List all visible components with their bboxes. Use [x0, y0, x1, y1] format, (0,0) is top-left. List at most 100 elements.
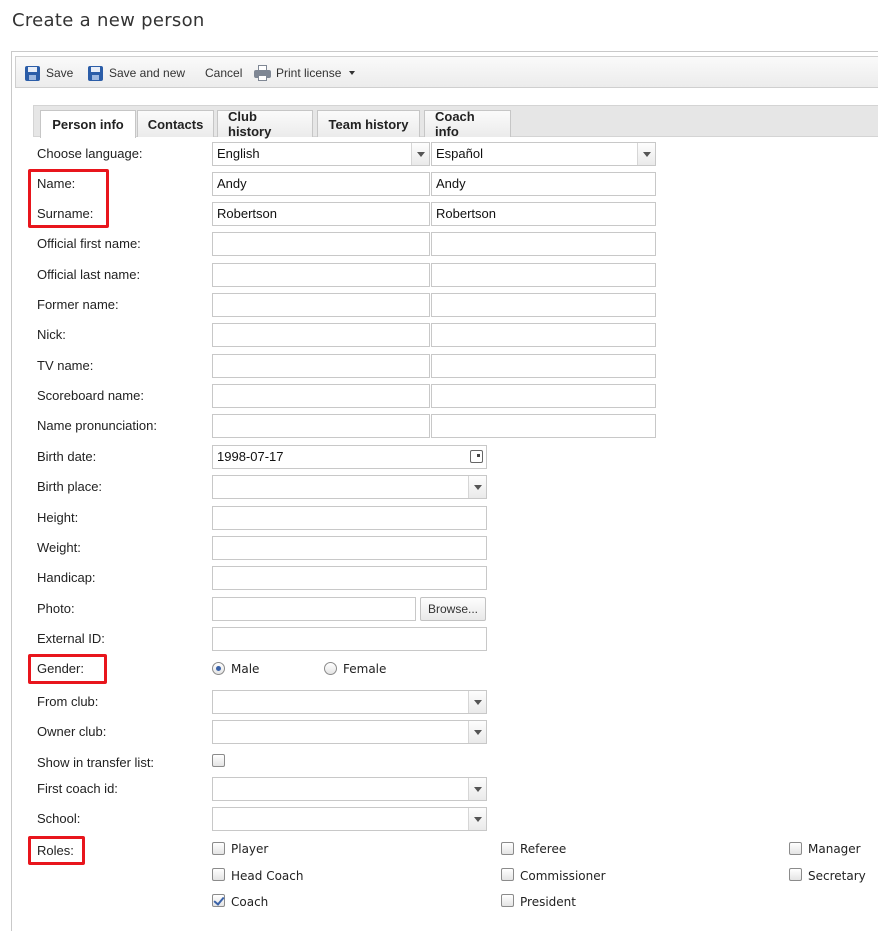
birth-place-select[interactable] [212, 475, 487, 499]
gender-male-label: Male [231, 662, 260, 676]
first-coach-id-label: First coach id: [37, 781, 118, 796]
tab-contacts[interactable]: Contacts [137, 110, 214, 137]
handicap-field[interactable] [212, 566, 487, 590]
former-name-field-1[interactable] [212, 293, 430, 317]
gender-female-label: Female [343, 662, 387, 676]
tv-name-label: TV name: [37, 358, 94, 373]
tv-name-field-2[interactable] [431, 354, 656, 378]
former-name-field-2[interactable] [431, 293, 656, 317]
save-and-new-button[interactable]: Save and new [88, 64, 185, 82]
role-player-label: Player [231, 842, 269, 856]
chevron-down-icon [468, 808, 486, 830]
name-label: Name: [37, 176, 76, 191]
tab-person-info[interactable]: Person info [40, 110, 136, 138]
photo-file-field[interactable] [212, 597, 416, 621]
official-last-name-label: Official last name: [37, 267, 141, 282]
name-pronunciation-field-1[interactable] [212, 414, 430, 438]
name-field-2[interactable]: Andy [431, 172, 656, 196]
show-in-transfer-list-label: Show in transfer list: [37, 755, 155, 770]
language-select-2[interactable]: Español [431, 142, 656, 166]
role-commissioner-label: Commissioner [520, 869, 606, 883]
official-last-name-field-1[interactable] [212, 263, 430, 287]
role-commissioner-checkbox[interactable] [501, 868, 514, 881]
scoreboard-name-field-1[interactable] [212, 384, 430, 408]
first-coach-id-select[interactable] [212, 777, 487, 801]
calendar-icon[interactable] [470, 450, 483, 463]
official-first-name-field-1[interactable] [212, 232, 430, 256]
weight-label: Weight: [37, 540, 81, 555]
language-select-2-value: Español [436, 146, 483, 161]
tab-coach-info[interactable]: Coach info [424, 109, 511, 139]
gender-female-radio[interactable] [324, 662, 337, 675]
photo-label: Photo: [37, 601, 75, 616]
official-first-name-field-2[interactable] [431, 232, 656, 256]
nick-field-1[interactable] [212, 323, 430, 347]
school-select[interactable] [212, 807, 487, 831]
birth-date-field[interactable]: 1998-07-17 [212, 445, 487, 469]
role-referee-checkbox[interactable] [501, 842, 514, 855]
official-last-name-field-2[interactable] [431, 263, 656, 287]
name-pronunciation-label: Name pronunciation: [37, 418, 157, 433]
chevron-down-icon [637, 143, 655, 165]
from-club-select[interactable] [212, 690, 487, 714]
chevron-down-icon [468, 476, 486, 498]
role-coach-checkbox[interactable] [212, 894, 225, 907]
printer-icon [254, 65, 271, 81]
tv-name-field-1[interactable] [212, 354, 430, 378]
gender-male-radio[interactable] [212, 662, 225, 675]
height-label: Height: [37, 510, 79, 525]
floppy-disk-icon [25, 65, 40, 81]
weight-field[interactable] [212, 536, 487, 560]
owner-club-select[interactable] [212, 720, 487, 744]
birth-place-label: Birth place: [37, 479, 103, 494]
role-manager-checkbox[interactable] [789, 842, 802, 855]
external-id-label: External ID: [37, 631, 105, 646]
caret-down-icon [349, 71, 356, 75]
language-select-1[interactable]: English [212, 142, 430, 166]
chevron-down-icon [468, 778, 486, 800]
official-first-name-label: Official first name: [37, 236, 141, 251]
roles-label: Roles: [37, 843, 74, 858]
height-field[interactable] [212, 506, 487, 530]
floppy-disk-icon [88, 65, 103, 81]
print-license-button[interactable]: Print license [254, 64, 356, 82]
surname-field-2[interactable]: Robertson [431, 202, 656, 226]
page-title: Create a new person [12, 10, 205, 31]
chevron-down-icon [468, 721, 486, 743]
tab-club-history[interactable]: Club history [217, 109, 313, 139]
nick-field-2[interactable] [431, 323, 656, 347]
cancel-button[interactable]: Cancel [205, 64, 242, 82]
external-id-field[interactable] [212, 627, 487, 651]
role-president-checkbox[interactable] [501, 894, 514, 907]
former-name-label: Former name: [37, 297, 119, 312]
role-player-checkbox[interactable] [212, 842, 225, 855]
role-manager-label: Manager [808, 842, 861, 856]
gender-label: Gender: [37, 661, 84, 676]
toolbar: Save Save and new Cancel Print license [15, 56, 878, 88]
show-in-transfer-list-checkbox[interactable] [212, 754, 225, 767]
choose-language-label: Choose language: [37, 146, 143, 161]
birth-date-value: 1998-07-17 [217, 449, 284, 464]
name-pronunciation-field-2[interactable] [431, 414, 656, 438]
chevron-down-icon [468, 691, 486, 713]
role-secretary-checkbox[interactable] [789, 868, 802, 881]
role-head-coach-label: Head Coach [231, 869, 304, 883]
role-coach-label: Coach [231, 895, 269, 909]
scoreboard-name-field-2[interactable] [431, 384, 656, 408]
save-button[interactable]: Save [25, 64, 73, 82]
tab-strip: Person info Contacts Club history Team h… [33, 105, 878, 139]
role-president-label: President [520, 895, 576, 909]
role-referee-label: Referee [520, 842, 567, 856]
surname-field-1[interactable]: Robertson [212, 202, 430, 226]
from-club-label: From club: [37, 694, 99, 709]
birth-date-label: Birth date: [37, 449, 97, 464]
role-head-coach-checkbox[interactable] [212, 868, 225, 881]
school-label: School: [37, 811, 81, 826]
browse-button[interactable]: Browse... [420, 597, 486, 621]
scoreboard-name-label: Scoreboard name: [37, 388, 144, 403]
language-select-1-value: English [217, 146, 260, 161]
name-field-1[interactable]: Andy [212, 172, 430, 196]
nick-label: Nick: [37, 327, 66, 342]
owner-club-label: Owner club: [37, 724, 107, 739]
tab-team-history[interactable]: Team history [317, 110, 420, 137]
